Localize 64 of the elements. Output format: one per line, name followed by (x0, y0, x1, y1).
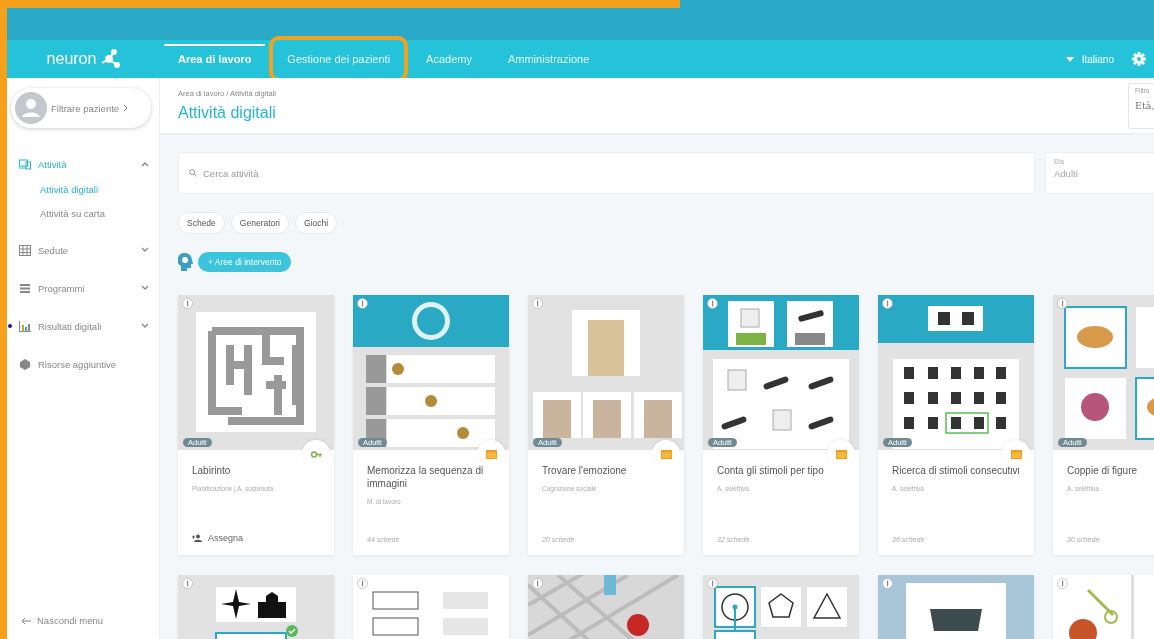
page-title: Attività digitali (178, 104, 276, 122)
nav-tab[interactable]: Area di lavoro (160, 40, 270, 78)
language-select[interactable]: Italiano (1059, 52, 1120, 66)
info-icon[interactable] (707, 578, 718, 589)
card-icon (660, 449, 672, 459)
sidebar-item[interactable]: Sedute (7, 238, 159, 262)
sidebar-item[interactable]: Attività (7, 152, 159, 176)
info-icon[interactable] (1057, 578, 1068, 589)
cube-icon (19, 358, 31, 370)
key-icon (310, 449, 322, 459)
info-icon[interactable] (532, 298, 543, 309)
search-field[interactable]: Cerca attività (178, 152, 1035, 194)
filter-chip[interactable]: Generatori (230, 212, 289, 234)
info-icon[interactable] (882, 578, 893, 589)
sidebar-item[interactable]: Risultati digitali (7, 314, 159, 338)
arrow-left-icon (21, 616, 31, 625)
settings-icon[interactable] (1132, 52, 1146, 66)
devices-icon (19, 158, 31, 170)
card-icon (1010, 449, 1022, 459)
sidebar-item-label: Sedute (38, 244, 69, 256)
filter-value: Età, (1135, 99, 1154, 111)
intervention-areas-button[interactable]: + Aree di intervento (198, 252, 292, 272)
info-icon[interactable] (357, 298, 368, 309)
card-title: Conta gli stimoli per tipo (717, 464, 825, 477)
assign-button[interactable]: Assegna (192, 533, 320, 543)
filter-chip[interactable]: Giochi (295, 212, 338, 234)
filter-chip[interactable]: Schede (178, 212, 225, 234)
info-icon[interactable] (532, 578, 543, 589)
sidebar-item-label: Attività (38, 158, 67, 170)
info-icon[interactable] (182, 578, 193, 589)
avatar-icon (15, 92, 47, 124)
info-icon[interactable] (182, 298, 193, 309)
nav-tab[interactable]: Academy (408, 40, 490, 78)
age-value: Adulti (1054, 168, 1079, 179)
user-add-icon (192, 534, 202, 542)
hide-menu-button[interactable]: Nascondi menu (7, 614, 159, 627)
list-icon (19, 282, 31, 294)
patient-filter-button[interactable]: Filtrare paziente (11, 88, 151, 128)
info-icon[interactable] (357, 578, 368, 589)
info-icon[interactable] (882, 298, 893, 309)
sidebar-item[interactable]: Risorse aggiuntive (7, 352, 159, 376)
card-title: Labirinto (192, 464, 232, 477)
card-icon (485, 449, 497, 459)
card-title: Memorizza la sequenza di immagini (367, 464, 485, 490)
bar-chart-icon (19, 320, 31, 332)
sidebar-subitem[interactable]: Attività su carta (7, 203, 159, 224)
card-title: Ricerca di stimoli consecutivi (892, 464, 1020, 477)
info-icon[interactable] (707, 298, 718, 309)
table-icon (19, 244, 31, 256)
caret-icon (1065, 56, 1074, 62)
card-title: Coppie di figure (1067, 464, 1139, 477)
search-input[interactable]: Cerca attività (201, 166, 1024, 180)
chevron-right-icon (123, 104, 130, 112)
logo-text: neuron (46, 50, 97, 68)
sidebar-item[interactable]: Programmi (7, 276, 159, 300)
search-icon (189, 169, 197, 177)
card-icon (835, 449, 847, 459)
info-icon[interactable] (1057, 298, 1068, 309)
sidebar-subitem[interactable]: Attività digitali (7, 179, 159, 200)
sidebar-item-label: Risultati digitali (38, 320, 102, 332)
card-title: Trovare l'emozione (542, 464, 628, 477)
nav-tab[interactable]: Amministrazione (489, 40, 608, 78)
sidebar-item-label: Programmi (38, 282, 85, 294)
sidebar-item-label: Risorse aggiuntive (38, 358, 117, 370)
